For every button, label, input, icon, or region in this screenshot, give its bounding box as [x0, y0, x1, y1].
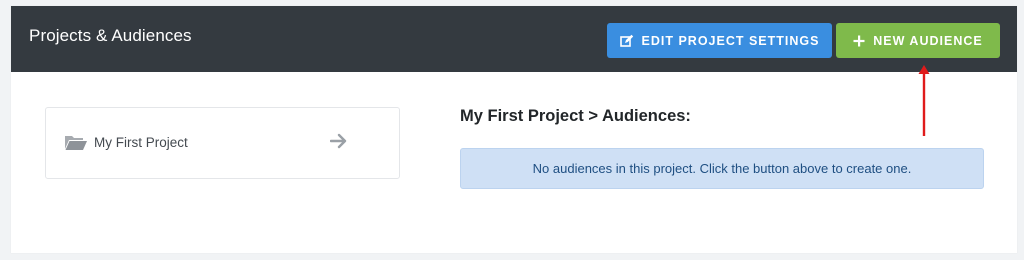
folder-open-icon [64, 134, 88, 156]
edit-icon [619, 34, 634, 48]
empty-audiences-alert: No audiences in this project. Click the … [460, 148, 984, 189]
project-item[interactable]: My First Project [45, 107, 400, 179]
projects-panel: Projects & Audiences EDIT PROJECT SETTIN… [11, 6, 1017, 253]
plus-icon [853, 35, 865, 47]
audiences-heading: My First Project > Audiences: [460, 107, 691, 125]
panel-header: Projects & Audiences EDIT PROJECT SETTIN… [11, 6, 1017, 72]
edit-project-settings-label: EDIT PROJECT SETTINGS [641, 33, 820, 48]
project-name: My First Project [94, 135, 188, 150]
page-title: Projects & Audiences [29, 26, 192, 45]
new-audience-button[interactable]: NEW AUDIENCE [836, 23, 1000, 58]
edit-project-settings-button[interactable]: EDIT PROJECT SETTINGS [607, 23, 832, 58]
new-audience-label: NEW AUDIENCE [873, 33, 983, 48]
annotation-arrow [916, 61, 932, 144]
empty-audiences-message: No audiences in this project. Click the … [532, 161, 912, 176]
arrow-right-icon[interactable] [329, 133, 348, 154]
